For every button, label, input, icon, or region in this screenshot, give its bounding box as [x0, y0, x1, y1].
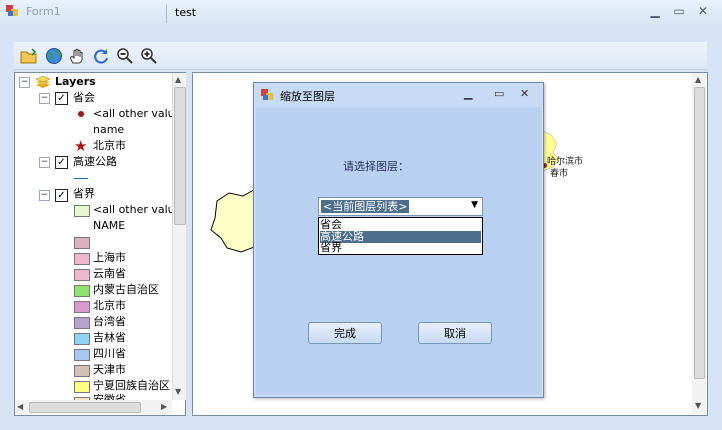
maximize-button[interactable]: ▭ — [668, 3, 690, 19]
layer-checkbox[interactable]: ✓ — [55, 156, 68, 169]
star-symbol-icon: ★ — [74, 137, 88, 155]
cancel-button[interactable]: 取消 — [418, 322, 492, 344]
dialog-title: 缩放至图层 — [280, 90, 335, 103]
legend-swatch — [74, 253, 90, 265]
layer-name: 省会 — [73, 91, 95, 104]
dialog-maximize-button[interactable]: ▭ — [494, 87, 504, 100]
ok-button[interactable]: 完成 — [308, 322, 382, 344]
legend-label: NAME — [93, 219, 126, 232]
legend-swatch — [74, 349, 90, 361]
legend-swatch — [74, 365, 90, 377]
open-folder-icon[interactable] — [20, 47, 38, 65]
toc-vertical-scrollbar[interactable]: ▲ ▼ — [172, 73, 186, 400]
refresh-icon[interactable] — [92, 47, 110, 65]
toolbar-label: test — [175, 6, 197, 19]
expand-toggle[interactable]: − — [39, 93, 50, 104]
legend-swatch — [74, 333, 90, 345]
map-vertical-scrollbar[interactable]: ▲ ▼ — [692, 73, 706, 414]
expand-toggle[interactable]: − — [39, 157, 50, 168]
legend-swatch — [74, 301, 90, 313]
dialog-close-button[interactable]: ✕ — [520, 87, 529, 100]
combobox-value: <当前图层列表> — [321, 200, 410, 213]
legend-label: 四川省 — [93, 347, 126, 360]
expand-toggle[interactable]: − — [19, 77, 30, 88]
dialog-app-icon — [261, 89, 273, 100]
close-button[interactable]: ✕ — [692, 3, 714, 19]
layer-combobox[interactable]: <当前图层列表> ▼ — [318, 197, 483, 216]
legend-label: 云南省 — [93, 267, 126, 280]
layer-name: 省界 — [73, 187, 95, 200]
line-symbol-icon — [74, 178, 88, 179]
toc-horizontal-scrollbar[interactable]: ◀ ▶ — [15, 400, 172, 414]
legend-swatch — [74, 285, 90, 297]
legend-label: 上海市 — [93, 251, 126, 264]
window-titlebar — [0, 0, 722, 24]
window-title: Form1 — [26, 5, 61, 18]
legend-label: 天津市 — [93, 363, 126, 376]
scroll-up-icon[interactable]: ▲ — [695, 75, 701, 84]
legend-swatch — [74, 205, 90, 217]
zoom-in-icon[interactable] — [140, 47, 158, 65]
expand-toggle[interactable]: − — [39, 190, 50, 201]
legend-label: 吉林省 — [93, 331, 126, 344]
point-symbol-icon — [78, 111, 84, 117]
legend-label: 台湾省 — [93, 315, 126, 328]
layer-checkbox[interactable]: ✓ — [55, 92, 68, 105]
toc-root-label: Layers — [55, 75, 96, 88]
layers-icon — [35, 75, 51, 88]
map-label: 春市 — [550, 169, 569, 179]
scroll-thumb[interactable] — [29, 402, 141, 413]
dropdown-option[interactable]: 省界 — [320, 242, 481, 254]
legend-swatch — [74, 269, 90, 281]
legend-swatch — [74, 317, 90, 329]
dialog-prompt: 请选择图层： — [343, 160, 409, 173]
scroll-down-icon[interactable]: ▼ — [695, 401, 701, 410]
scroll-thumb[interactable] — [174, 87, 186, 225]
layer-dropdown-list[interactable]: 省会 高速公路 省界 — [318, 217, 483, 255]
legend-swatch — [74, 381, 90, 393]
scroll-up-icon[interactable]: ▲ — [175, 75, 181, 84]
legend-label: 北京市 — [93, 299, 126, 312]
scroll-right-icon[interactable]: ▶ — [161, 402, 167, 411]
zoom-out-icon[interactable] — [116, 47, 134, 65]
legend-swatch — [74, 237, 90, 249]
pan-hand-icon[interactable] — [68, 47, 86, 65]
legend-label: 北京市 — [93, 139, 126, 152]
dropdown-arrow-icon[interactable]: ▼ — [471, 200, 478, 210]
app-icon — [6, 5, 18, 16]
legend-label: 安徽省 — [93, 393, 126, 400]
layer-checkbox[interactable]: ✓ — [55, 189, 68, 202]
scroll-down-icon[interactable]: ▼ — [175, 387, 181, 396]
legend-label: 内蒙古自治区 — [93, 283, 159, 296]
minimize-button[interactable]: ▁ — [644, 3, 666, 19]
scroll-left-icon[interactable]: ◀ — [17, 402, 23, 411]
globe-icon[interactable] — [45, 47, 63, 65]
legend-label: name — [93, 123, 125, 136]
layer-toc-panel: − Layers − ✓ 省会 <all other values name ★… — [14, 72, 186, 416]
toolbar-separator — [166, 5, 167, 23]
scroll-thumb[interactable] — [694, 87, 705, 379]
layer-name: 高速公路 — [73, 155, 117, 168]
dialog-minimize-button[interactable]: ▁ — [464, 87, 472, 100]
